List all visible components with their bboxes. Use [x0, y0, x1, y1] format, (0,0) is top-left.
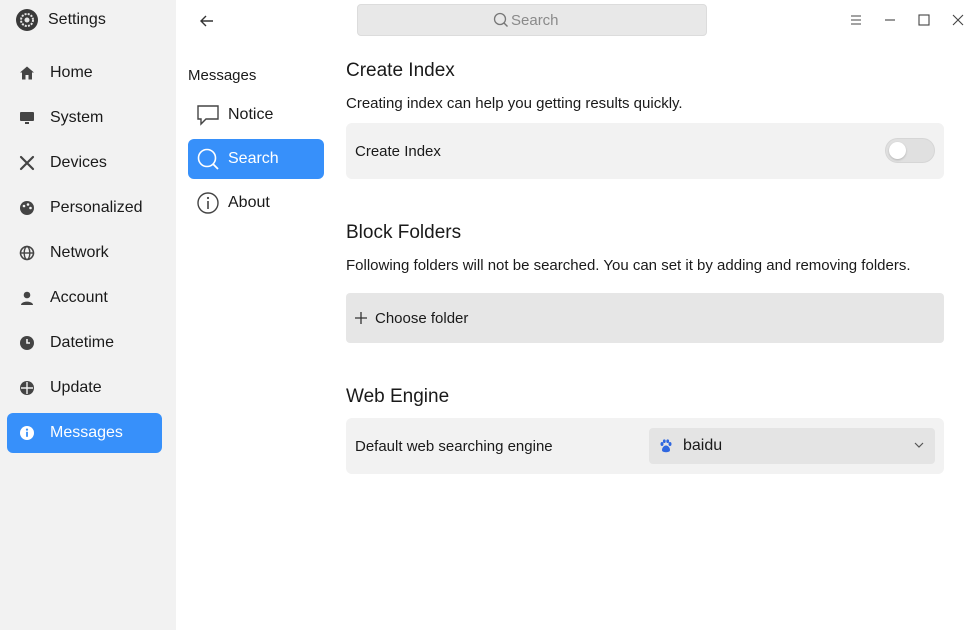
sidebar-item-label: Datetime: [50, 334, 115, 351]
sub-nav-list: Notice Search About: [188, 95, 324, 227]
choose-folder-button[interactable]: Choose folder: [346, 293, 944, 343]
block-folders-title: Block Folders: [346, 222, 462, 243]
devices-tools-icon: [18, 154, 36, 172]
baidu-paw-icon: [660, 439, 672, 453]
sidebar-item-datetime[interactable]: Datetime: [7, 323, 162, 363]
sidebar-item-update[interactable]: Update: [7, 368, 162, 408]
sidebar-item-label: Devices: [50, 154, 107, 171]
minimize-icon: [885, 19, 895, 21]
choose-folder-label: Choose folder: [375, 309, 469, 327]
search-icon: [196, 147, 220, 171]
settings-gear-icon: [16, 9, 38, 31]
sidebar-item-label: Messages: [50, 424, 123, 441]
back-button[interactable]: [196, 10, 218, 32]
sub-item-label: About: [228, 194, 270, 211]
close-button[interactable]: [948, 9, 968, 31]
sub-navigation-panel: Messages Notice Search About: [176, 0, 336, 630]
block-folders-description: Following folders will not be searched. …: [346, 257, 911, 274]
sub-item-notice[interactable]: Notice: [188, 95, 324, 135]
sidebar-item-account[interactable]: Account: [7, 278, 162, 318]
sidebar-nav: Home System Devices Personalized Network: [7, 53, 162, 458]
create-index-card: Create Index: [346, 123, 944, 179]
chat-bubble-icon: [196, 103, 220, 127]
sidebar-item-system[interactable]: System: [7, 98, 162, 138]
create-index-title: Create Index: [346, 60, 455, 81]
sub-item-label: Notice: [228, 106, 274, 123]
sidebar-item-network[interactable]: Network: [7, 233, 162, 273]
info-icon: [18, 424, 36, 442]
info-circle-icon: [196, 191, 220, 215]
menu-button[interactable]: [846, 9, 866, 31]
update-icon: [18, 379, 36, 397]
global-search-box[interactable]: [357, 4, 707, 36]
sidebar-item-devices[interactable]: Devices: [7, 143, 162, 183]
web-engine-select[interactable]: baidu: [649, 428, 935, 464]
create-index-description: Creating index can help you getting resu…: [346, 95, 683, 112]
sidebar-item-home[interactable]: Home: [7, 53, 162, 93]
web-engine-card: Default web searching engine baidu: [346, 418, 944, 474]
toggle-knob: [889, 142, 906, 159]
search-icon: [493, 12, 508, 27]
web-engine-label: Default web searching engine: [355, 437, 553, 455]
sidebar-item-label: Personalized: [50, 199, 143, 216]
app-title-bar: Settings: [16, 9, 106, 31]
close-icon: [952, 14, 964, 26]
window-controls: [846, 9, 968, 31]
create-index-label: Create Index: [355, 142, 441, 160]
sidebar-item-messages[interactable]: Messages: [7, 413, 162, 453]
monitor-icon: [18, 109, 36, 127]
sidebar-item-label: Home: [50, 64, 93, 81]
globe-icon: [18, 244, 36, 262]
chevron-down-icon: [914, 442, 924, 448]
main-sidebar: Settings Home System Devices Personalize…: [0, 0, 176, 630]
app-title: Settings: [48, 11, 106, 28]
home-icon: [18, 64, 36, 82]
maximize-icon: [918, 14, 930, 26]
person-icon: [18, 289, 36, 307]
sidebar-item-label: Account: [50, 289, 108, 306]
plus-icon: [355, 312, 367, 324]
sidebar-item-label: Network: [50, 244, 109, 261]
sidebar-item-label: Update: [50, 379, 102, 396]
hamburger-menu-icon: [851, 15, 861, 25]
sub-nav-heading: Messages: [188, 67, 257, 84]
minimize-button[interactable]: [880, 9, 900, 31]
palette-icon: [18, 199, 36, 217]
sidebar-item-personalized[interactable]: Personalized: [7, 188, 162, 228]
sub-item-search[interactable]: Search: [188, 139, 324, 179]
create-index-toggle[interactable]: [885, 138, 935, 163]
maximize-button[interactable]: [914, 9, 934, 31]
sub-item-about[interactable]: About: [188, 183, 324, 223]
arrow-left-icon: [200, 15, 213, 27]
web-engine-selected: baidu: [683, 437, 723, 454]
clock-icon: [18, 334, 36, 352]
sub-item-label: Search: [228, 150, 279, 167]
search-input[interactable]: [511, 11, 571, 29]
web-engine-title: Web Engine: [346, 386, 450, 407]
sidebar-item-label: System: [50, 109, 104, 126]
